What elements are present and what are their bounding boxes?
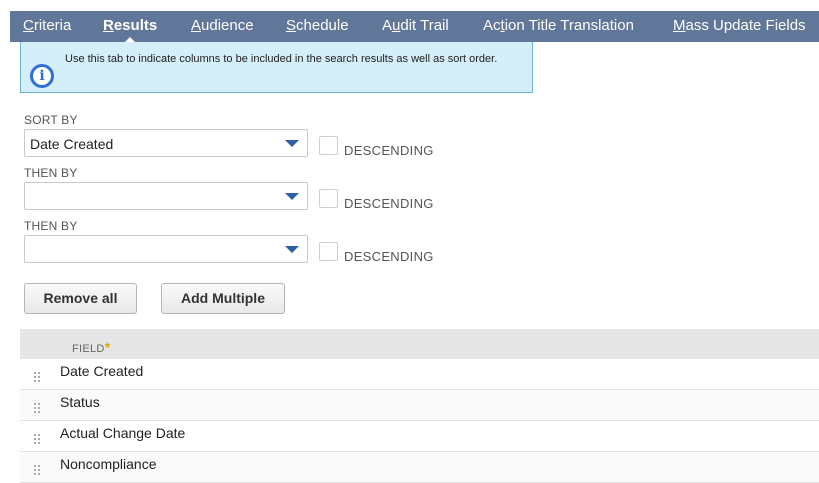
tab-mass-update-fields-key: M	[673, 17, 686, 34]
info-banner: i Use this tab to indicate columns to be…	[20, 42, 533, 93]
then-by-1-descending-label: DESCENDING	[344, 196, 434, 211]
chevron-down-icon	[285, 193, 299, 200]
info-message: Use this tab to indicate columns to be i…	[65, 53, 498, 65]
tab-bar: Criteria Results Audience Schedule Audit…	[10, 11, 819, 43]
tab-criteria[interactable]: Criteria	[23, 11, 71, 42]
row-field-name: Status	[60, 394, 100, 410]
results-grid-header: FIELD*	[20, 329, 819, 359]
drag-handle-icon[interactable]	[33, 402, 41, 414]
remove-all-button[interactable]: Remove all	[24, 283, 137, 314]
then-by-2-label: THEN BY	[24, 219, 78, 233]
tab-audit-trail-label: dit Trail	[400, 17, 449, 34]
tab-action-title-translation-label: ion Title Translation	[504, 17, 634, 34]
then-by-1-label: THEN BY	[24, 166, 78, 180]
field-column-header-text: FIELD	[72, 343, 105, 355]
table-row[interactable]: Actual Change Date	[20, 421, 819, 452]
tab-mass-update-fields[interactable]: Mass Update Fields	[673, 11, 806, 42]
required-mark: *	[104, 339, 111, 355]
field-column-header: FIELD*	[72, 339, 110, 355]
tab-action-title-translation[interactable]: Action Title Translation	[483, 11, 634, 42]
tab-results[interactable]: Results	[103, 11, 158, 43]
table-row[interactable]: Noncompliance	[20, 452, 819, 483]
then-by-1-descending-checkbox[interactable]	[319, 189, 338, 208]
tab-audience[interactable]: Audience	[191, 11, 254, 42]
row-field-name: Noncompliance	[60, 456, 157, 472]
tab-schedule-label: chedule	[296, 17, 349, 34]
tab-audit-trail-prefix: A	[382, 17, 393, 34]
sort-by-select[interactable]: Date Created	[24, 129, 308, 157]
then-by-1-select[interactable]	[24, 182, 308, 210]
info-icon: i	[30, 64, 54, 88]
row-field-name: Date Created	[60, 363, 144, 379]
tab-schedule[interactable]: Schedule	[286, 11, 349, 42]
then-by-2-descending-label: DESCENDING	[344, 249, 434, 264]
add-multiple-button[interactable]: Add Multiple	[161, 283, 285, 314]
tab-audience-label: udience	[201, 17, 254, 34]
tab-schedule-key: S	[286, 17, 297, 34]
row-field-name: Actual Change Date	[60, 425, 186, 441]
tab-criteria-key: C	[23, 17, 34, 34]
tab-mass-update-fields-label: ass Update Fields	[685, 17, 806, 34]
table-row[interactable]: Status	[20, 390, 819, 421]
sort-by-descending-checkbox[interactable]	[319, 136, 338, 155]
sort-by-label: SORT BY	[24, 113, 78, 127]
sort-by-descending-label: DESCENDING	[344, 143, 434, 158]
tab-results-label: esults	[113, 17, 158, 34]
then-by-2-select[interactable]	[24, 235, 308, 263]
then-by-2-descending-checkbox[interactable]	[319, 242, 338, 261]
drag-handle-icon[interactable]	[33, 464, 41, 476]
tab-criteria-label: riteria	[33, 17, 72, 34]
tab-audit-trail[interactable]: Audit Trail	[382, 11, 449, 42]
tab-audience-key: A	[191, 17, 202, 34]
sort-by-value: Date Created	[30, 136, 114, 152]
tab-results-key: R	[103, 17, 114, 34]
drag-handle-icon[interactable]	[33, 371, 41, 383]
table-row[interactable]: Date Created	[20, 359, 819, 390]
chevron-down-icon	[285, 140, 299, 147]
tab-action-title-translation-prefix: Ac	[483, 17, 501, 34]
drag-handle-icon[interactable]	[33, 433, 41, 445]
chevron-down-icon	[285, 246, 299, 253]
